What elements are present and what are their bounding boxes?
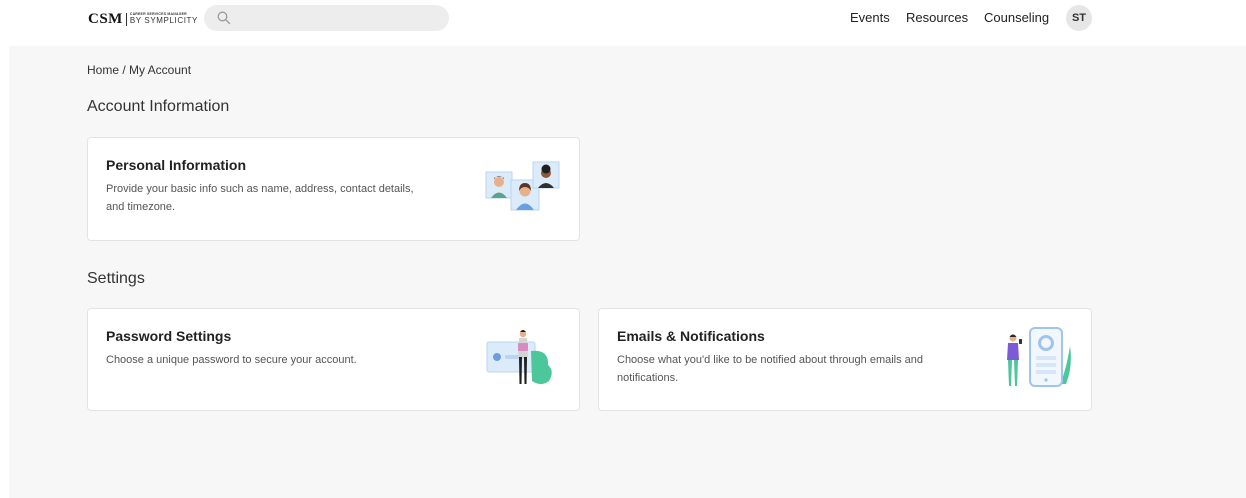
personal-information-card[interactable]: Personal Information Provide your basic … [87,137,580,241]
nav-events-link[interactable]: Events [850,10,890,25]
personal-information-desc-line1: Provide your basic info such as name, ad… [106,183,414,195]
account-information-heading: Account Information [87,98,230,115]
left-edge-strip [0,46,9,498]
password-settings-title: Password Settings [106,328,232,344]
settings-heading: Settings [87,270,145,287]
notifications-illustration-icon [1007,327,1071,387]
csm-logo[interactable]: CSM CAREER SERVICES MANAGER BY SYMPLICIT… [88,9,198,29]
nav-resources-link[interactable]: Resources [906,10,968,25]
profile-photos-illustration-icon [485,161,560,211]
search-icon [217,11,231,25]
user-avatar[interactable]: ST [1066,5,1092,31]
emails-notifications-description: Choose what you'd like to be notified ab… [617,351,923,387]
password-settings-description: Choose a unique password to secure your … [106,351,357,369]
search-input[interactable] [240,8,444,30]
breadcrumb: Home / My Account [87,63,192,77]
password-settings-card[interactable]: Password Settings Choose a unique passwo… [87,308,580,411]
emails-notifications-desc-line1: Choose what you'd like to be notified ab… [617,354,924,366]
logo-divider [125,12,127,26]
logo-subtitle: CAREER SERVICES MANAGER BY SYMPLICITY [129,12,198,26]
logo-subtitle-bottom: BY SYMPLICITY [129,16,198,26]
nav-counseling-link[interactable]: Counseling [984,10,1049,25]
password-settings-desc-line1: Choose a unique password to secure your … [106,354,357,366]
emails-notifications-desc-line2: notifications. [617,372,679,384]
emails-notifications-card[interactable]: Emails & Notifications Choose what you'd… [598,308,1092,411]
avatar-initials: ST [1071,12,1087,24]
top-navigation-bar: CSM CAREER SERVICES MANAGER BY SYMPLICIT… [0,0,1246,46]
logo-main-text: CSM [88,10,123,27]
emails-notifications-title: Emails & Notifications [617,328,765,344]
personal-information-title: Personal Information [106,157,247,173]
search-bar[interactable] [204,5,449,31]
password-illustration-icon [486,330,552,384]
personal-information-desc-line2: and timezone. [106,201,176,213]
personal-information-description: Provide your basic info such as name, ad… [106,180,414,216]
